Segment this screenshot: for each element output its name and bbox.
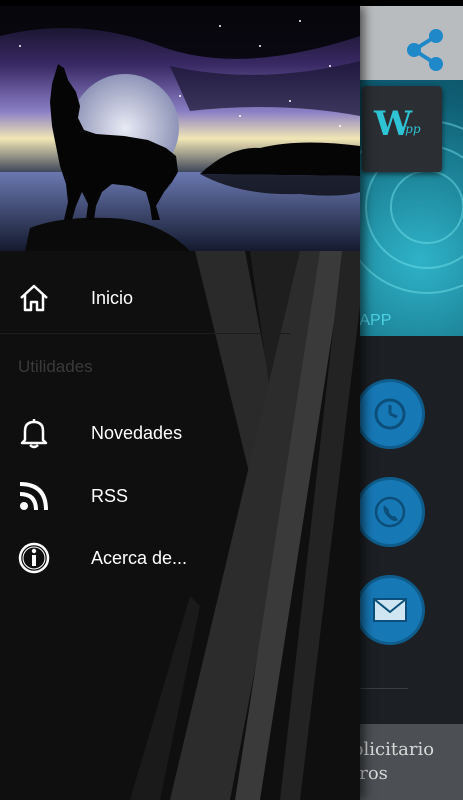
rss-icon (17, 479, 51, 513)
home-icon (17, 281, 51, 315)
divider (360, 688, 408, 689)
email-button[interactable] (358, 578, 422, 642)
share-icon (407, 29, 443, 71)
bell-icon (17, 416, 51, 450)
hours-button[interactable] (358, 382, 422, 446)
menu-item-novedades[interactable]: Novedades (0, 404, 360, 462)
clock-icon (374, 398, 406, 430)
menu-label: Novedades (91, 422, 183, 443)
menu-item-acerca-de[interactable]: Acerca de... (0, 529, 360, 587)
menu-item-rss[interactable]: RSS (0, 467, 360, 525)
call-button[interactable] (358, 480, 422, 544)
menu-item-inicio[interactable]: Inicio (0, 269, 360, 327)
menu-separator (0, 333, 290, 334)
share-button[interactable] (400, 24, 452, 76)
menu-label: Inicio (91, 287, 134, 308)
info-icon (17, 541, 51, 575)
phone-icon (374, 496, 406, 528)
menu-label: Acerca de... (91, 547, 188, 568)
app-logo: W app (362, 86, 442, 172)
ad-text: blicitario tros (352, 739, 435, 784)
navigation-drawer: Inicio Utilidades Novedades RSS Acerca d… (0, 6, 360, 800)
menu-label: RSS (91, 485, 129, 506)
drawer-header-image (0, 6, 360, 251)
section-header-utilidades: Utilidades (18, 357, 93, 376)
mail-icon (373, 598, 407, 622)
